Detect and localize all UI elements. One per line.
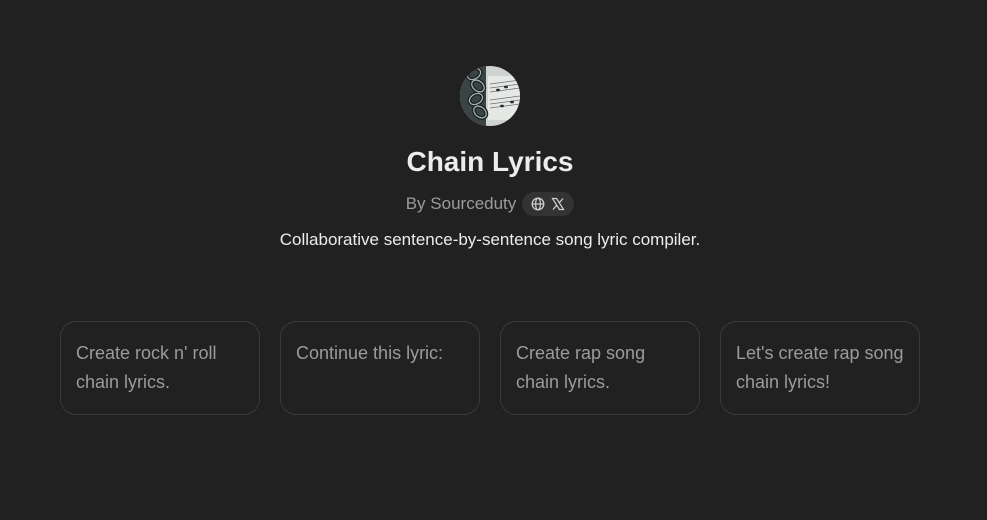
globe-icon[interactable] <box>531 197 545 211</box>
author-name: By Sourceduty <box>405 194 517 213</box>
starter-card[interactable]: Let's create rap song chain lyrics! <box>720 321 920 415</box>
gpt-landing: Chain Lyrics By Sourceduty Collaborative… <box>0 0 987 520</box>
starter-card[interactable]: Continue this lyric: <box>280 321 480 415</box>
gpt-avatar <box>460 66 520 126</box>
social-links <box>522 192 575 216</box>
starter-card[interactable]: Create rap song chain lyrics. <box>500 321 700 415</box>
x-logo-icon[interactable] <box>551 197 565 211</box>
gpt-description: Collaborative sentence-by-sentence song … <box>279 230 701 249</box>
gpt-title: Chain Lyrics <box>406 146 574 177</box>
conversation-starters: Create rock n' roll chain lyrics. Contin… <box>60 321 920 415</box>
author-line: By Sourceduty <box>0 191 980 217</box>
starter-card[interactable]: Create rock n' roll chain lyrics. <box>60 321 260 415</box>
chain-sheet-music-image <box>460 66 520 126</box>
